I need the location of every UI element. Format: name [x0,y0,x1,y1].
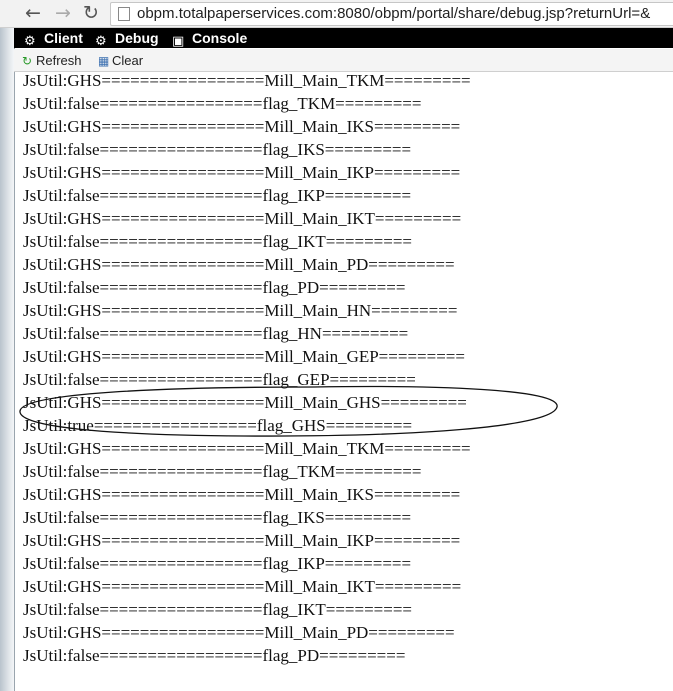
clear-icon: ▦ [98,54,110,68]
refresh-icon: ↻ [22,54,33,68]
log-line: JsUtil:false=================flag_IKS===… [23,140,412,159]
forward-arrow-icon[interactable]: → [52,2,74,24]
log-line: JsUtil:false=================flag_TKM===… [23,462,422,481]
console-log: JsUtil:GHS=================Mill_Main_TKM… [23,69,673,691]
client-label: Client [44,30,83,46]
back-arrow-icon[interactable]: ← [22,2,44,24]
log-line: JsUtil:GHS=================Mill_Main_PD=… [23,255,455,274]
log-line: JsUtil:GHS=================Mill_Main_IKS… [23,117,461,136]
log-line: JsUtil:GHS=================Mill_Main_TKM… [23,439,471,458]
log-line: JsUtil:false=================flag_IKP===… [23,186,412,205]
refresh-button[interactable]: ↻ Refresh [22,53,82,68]
refresh-label: Refresh [36,53,82,68]
log-line: JsUtil:GHS=================Mill_Main_IKP… [23,163,461,182]
clear-button[interactable]: ▦ Clear [98,53,143,68]
debug-toolbar: ⚙ Client ⚙ Debug ▣ Console [14,28,673,49]
log-line: JsUtil:false=================flag_IKT===… [23,600,413,619]
log-line: JsUtil:GHS=================Mill_Main_IKP… [23,531,461,550]
log-line-highlighted: JsUtil:true=================flag_GHS====… [23,416,413,435]
left-panel-edge [0,28,15,691]
log-line: JsUtil:false=================flag_GEP===… [23,370,416,389]
client-menu[interactable]: ⚙ Client [24,29,83,49]
log-line: JsUtil:GHS=================Mill_Main_IKS… [23,485,461,504]
debug-label: Debug [115,30,159,46]
log-line: JsUtil:GHS=================Mill_Main_GEP… [23,347,465,366]
log-line: JsUtil:GHS=================Mill_Main_IKT… [23,209,462,228]
log-line: JsUtil:false=================flag_PD====… [23,278,406,297]
console-menu[interactable]: ▣ Console [172,29,247,49]
log-line: JsUtil:false=================flag_PD====… [23,646,406,665]
console-label: Console [192,30,248,46]
browser-toolbar: ← → ↻ obpm.totalpaperservices.com:8080/o… [0,0,673,28]
clear-label: Clear [112,53,144,68]
log-line: JsUtil:GHS=================Mill_Main_HN=… [23,301,458,320]
log-line: JsUtil:GHS=================Mill_Main_PD=… [23,623,455,642]
page-icon [118,7,130,21]
log-line-highlighted: JsUtil:GHS=================Mill_Main_GHS… [23,393,467,412]
reload-icon[interactable]: ↻ [80,2,102,24]
log-line: JsUtil:GHS=================Mill_Main_TKM… [23,71,471,90]
log-line: JsUtil:false=================flag_TKM===… [23,94,422,113]
debug-menu[interactable]: ⚙ Debug [95,29,159,49]
log-line: JsUtil:GHS=================Mill_Main_IKT… [23,577,462,596]
gear-icon: ⚙ [24,34,36,49]
gear-icon: ⚙ [95,34,107,49]
log-line: JsUtil:false=================flag_IKT===… [23,232,413,251]
url-text: obpm.totalpaperservices.com:8080/obpm/po… [137,5,651,22]
log-line: JsUtil:false=================flag_IKP===… [23,554,412,573]
log-line: JsUtil:false=================flag_IKS===… [23,508,412,527]
address-bar[interactable]: obpm.totalpaperservices.com:8080/obpm/po… [110,2,673,26]
log-line: JsUtil:false=================flag_HN====… [23,324,409,343]
console-window-icon: ▣ [172,34,185,49]
